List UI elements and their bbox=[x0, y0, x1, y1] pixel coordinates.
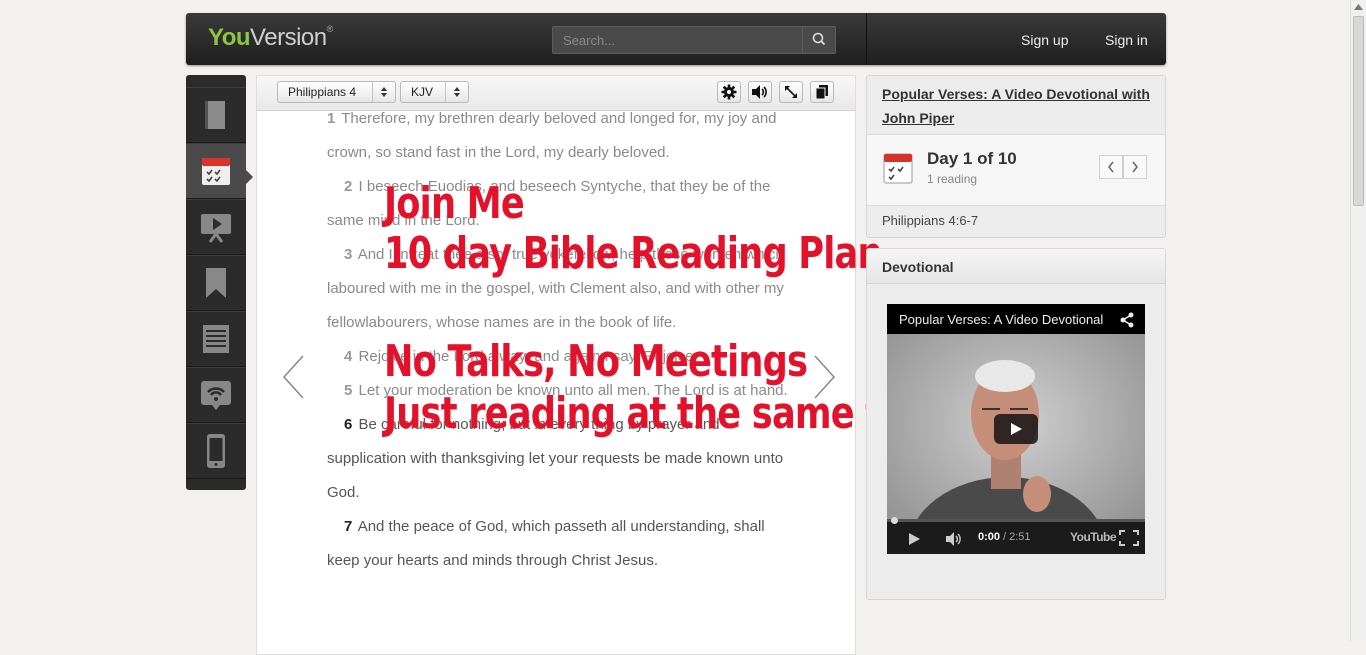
search-button[interactable] bbox=[802, 27, 835, 53]
sign-in-link[interactable]: Sign in bbox=[1105, 32, 1148, 48]
book-chapter-label: Philippians 4 bbox=[288, 85, 357, 99]
plan-panel: Popular Verses: A Video Devotional with … bbox=[866, 75, 1166, 238]
select-arrows-icon bbox=[445, 82, 468, 102]
dock-item-plans[interactable] bbox=[186, 143, 246, 199]
verse-1: 1 Therefore, my brethren dearly beloved … bbox=[327, 110, 777, 161]
gear-icon bbox=[721, 84, 737, 100]
devotional-header: Devotional bbox=[867, 249, 1165, 284]
volume-icon[interactable] bbox=[945, 531, 965, 547]
search-box bbox=[552, 26, 836, 54]
youversion-logo[interactable]: YouVersion® bbox=[208, 24, 333, 52]
overlay-line-1: Join Me bbox=[384, 178, 525, 229]
fullscreen-icon[interactable] bbox=[1119, 530, 1139, 546]
youtube-logo[interactable]: YouTube bbox=[1070, 530, 1117, 544]
version-select[interactable]: KJV bbox=[400, 81, 469, 103]
wifi-icon bbox=[201, 381, 231, 410]
dock-item-live[interactable] bbox=[186, 367, 246, 423]
video-current-time: 0:00 bbox=[978, 531, 1001, 543]
scrollbar-thumb[interactable] bbox=[1353, 16, 1364, 206]
scroll-up-icon[interactable] bbox=[1354, 4, 1363, 10]
dock-item-mobile[interactable] bbox=[186, 423, 246, 479]
expand-icon bbox=[785, 86, 797, 98]
page-scrollbar[interactable] bbox=[1350, 0, 1366, 641]
verse-7: 7 And the peace of God, which passeth al… bbox=[327, 518, 765, 569]
next-day-button[interactable] bbox=[1123, 155, 1147, 179]
previous-chapter-button[interactable] bbox=[281, 354, 305, 405]
header-divider bbox=[866, 13, 867, 65]
active-pointer bbox=[246, 170, 253, 184]
overlay-line-2: 10 day Bible Reading Plan bbox=[384, 228, 883, 279]
share-icon[interactable] bbox=[1119, 312, 1135, 328]
plan-reading-count: 1 reading bbox=[927, 172, 978, 186]
search-icon bbox=[812, 32, 826, 46]
phone-icon bbox=[207, 434, 225, 468]
book-icon bbox=[205, 101, 225, 129]
plan-day-label: Day 1 of 10 bbox=[927, 149, 1017, 168]
version-label: KJV bbox=[411, 85, 434, 99]
video-player[interactable]: Popular Verses: A Video Devotional 0:00 … bbox=[887, 304, 1145, 554]
play-icon bbox=[1011, 423, 1022, 435]
chevron-left-icon bbox=[1108, 161, 1114, 173]
calendar-check-icon bbox=[883, 153, 913, 184]
audio-button[interactable] bbox=[748, 81, 772, 103]
devotional-panel: Devotional Popular Verses: A Video Devot… bbox=[866, 248, 1166, 600]
video-controls: 0:00 / 2:51 YouTube bbox=[887, 517, 1145, 554]
bookmark-icon bbox=[206, 268, 226, 298]
video-total-time: / 2:51 bbox=[1003, 531, 1031, 543]
chevron-right-icon bbox=[1132, 161, 1138, 173]
play-icon[interactable] bbox=[907, 532, 921, 546]
dock-item-videos[interactable] bbox=[186, 199, 246, 255]
chevron-left-icon bbox=[282, 355, 304, 399]
list-icon bbox=[203, 325, 229, 353]
settings-button[interactable] bbox=[717, 81, 741, 103]
fullscreen-button[interactable] bbox=[779, 81, 803, 103]
overlay-line-3: No Talks, No Meetings bbox=[384, 336, 808, 387]
side-dock bbox=[186, 75, 253, 490]
speaker-icon bbox=[752, 85, 767, 99]
previous-day-button[interactable] bbox=[1099, 155, 1123, 179]
copy-icon bbox=[815, 85, 828, 100]
dock-item-notes[interactable] bbox=[186, 311, 246, 367]
devotional-heading: Devotional bbox=[882, 259, 954, 275]
select-arrows-icon bbox=[372, 82, 395, 102]
video-scrubber[interactable] bbox=[891, 517, 898, 524]
video-icon bbox=[201, 214, 231, 243]
plan-title-link[interactable]: Popular Verses: A Video Devotional with … bbox=[882, 82, 1152, 130]
sign-up-link[interactable]: Sign up bbox=[1021, 32, 1068, 48]
video-title-bar: Popular Verses: A Video Devotional bbox=[887, 304, 1145, 334]
dock-item-bible[interactable] bbox=[186, 87, 246, 143]
video-progress-track[interactable] bbox=[887, 519, 1145, 522]
plan-reference-link[interactable]: Philippians 4:6-7 bbox=[882, 213, 978, 228]
search-input[interactable] bbox=[553, 27, 798, 53]
top-navigation-bar: YouVersion® Sign up Sign in bbox=[186, 13, 1166, 65]
book-chapter-select[interactable]: Philippians 4 bbox=[277, 81, 396, 103]
video-title[interactable]: Popular Verses: A Video Devotional bbox=[899, 312, 1109, 327]
calendar-check-icon bbox=[202, 158, 230, 185]
dock-item-bookmarks[interactable] bbox=[186, 255, 246, 311]
play-overlay-button[interactable] bbox=[994, 414, 1038, 444]
plan-day-section: Day 1 of 10 1 reading bbox=[867, 134, 1165, 206]
copy-button[interactable] bbox=[810, 81, 834, 103]
